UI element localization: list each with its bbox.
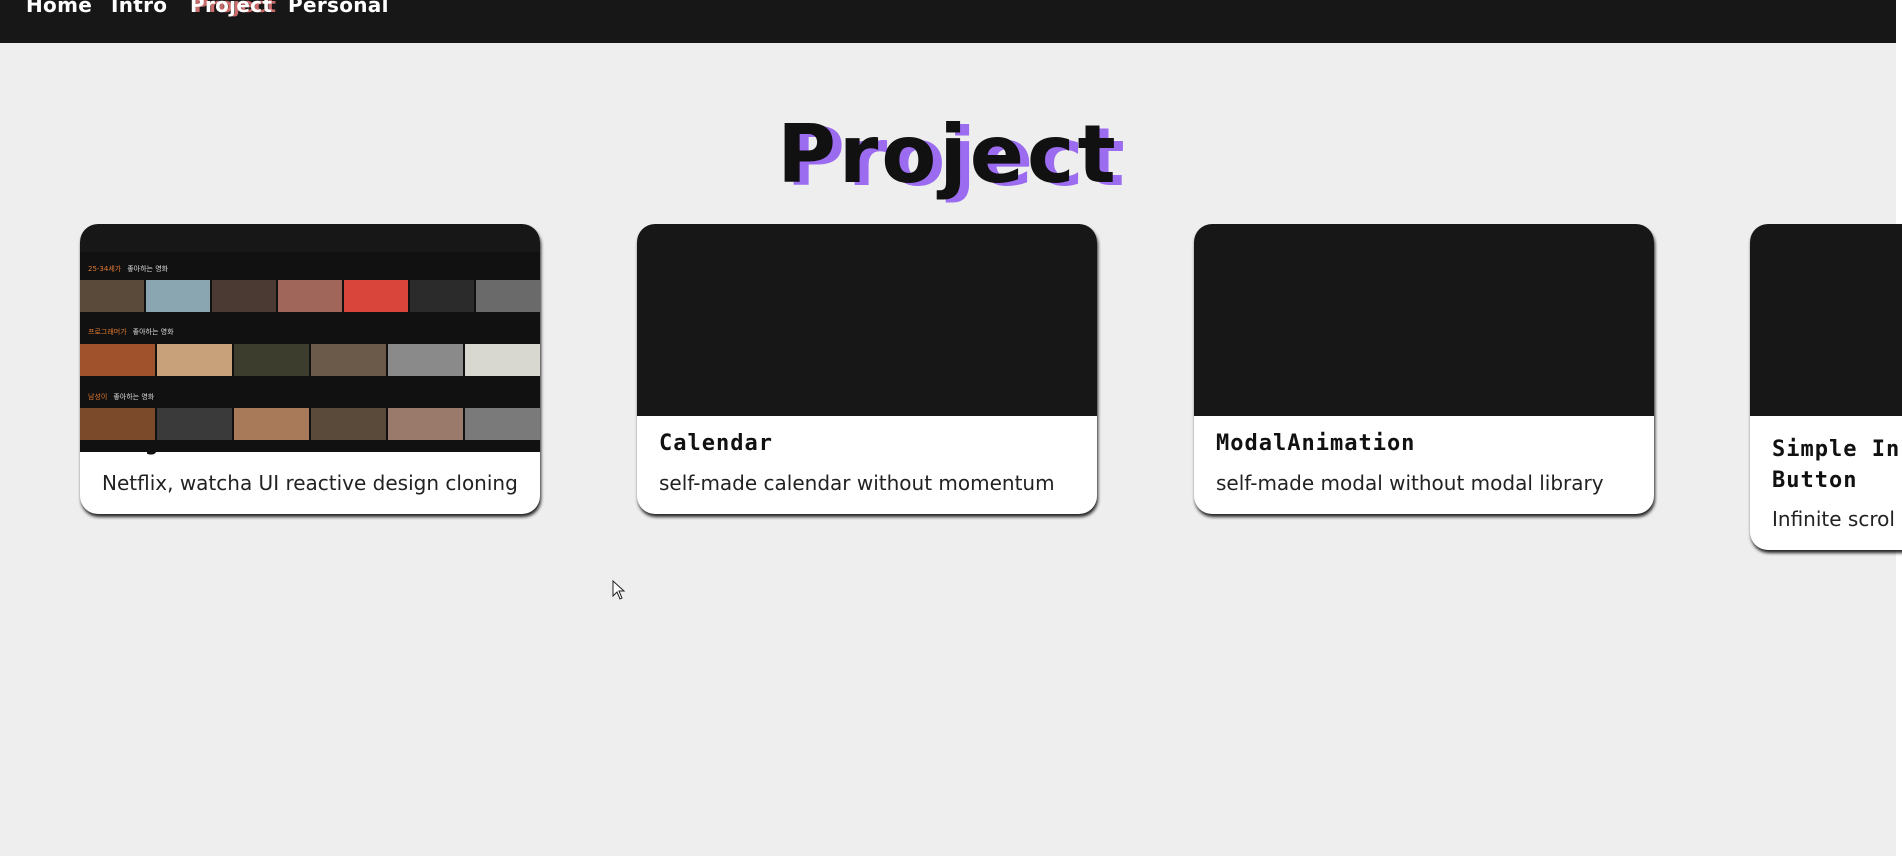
project-card-modalanimation[interactable]: ModalAnimation self-made modal without m… bbox=[1194, 224, 1654, 514]
card-description: self-made modal without modal library bbox=[1216, 471, 1604, 495]
section-title: Project bbox=[777, 108, 1119, 201]
thumb-row-label: 25-34세가 좋아하는 영화 bbox=[88, 265, 169, 273]
nav-project-label: Project bbox=[190, 0, 273, 17]
nav-personal-link[interactable]: Personal bbox=[288, 0, 389, 17]
thumb-row-strip bbox=[80, 408, 540, 440]
nav-home-link[interactable]: Home bbox=[26, 0, 92, 17]
card-description: Infinite scrol bbox=[1772, 507, 1895, 531]
card-thumbnail bbox=[637, 224, 1097, 416]
card-thumbnail bbox=[1194, 224, 1654, 416]
thumb-row-label: 프로그래머가 좋아하는 영화 bbox=[88, 328, 174, 336]
card-title: ModalAnimation bbox=[1216, 431, 1416, 456]
card-title: Simple In Button bbox=[1772, 434, 1900, 496]
thumb-row-strip bbox=[80, 280, 540, 312]
nav-project-link[interactable]: Project Project bbox=[190, 0, 276, 17]
project-card-imageslider[interactable]: ImageSlider 25-34세가좋아하는 영화 프로그래머가좋아하는 영화 bbox=[80, 224, 540, 514]
card-description: self-made calendar without momentum bbox=[659, 471, 1055, 495]
nav-intro-link[interactable]: Intro bbox=[111, 0, 167, 17]
mouse-pointer-icon bbox=[612, 580, 626, 600]
card-title: Calendar bbox=[659, 431, 773, 456]
card-title-line: Simple In bbox=[1772, 437, 1901, 462]
netflix-screenshot-image: 25-34세가 좋아하는 영화 프로그래머가 좋아하는 영화 남성이 좋아하는 … bbox=[80, 252, 540, 452]
card-description: Netflix, watcha UI reactive design cloni… bbox=[102, 471, 518, 495]
card-title-line: Button bbox=[1772, 468, 1858, 493]
thumb-row-label: 남성이 좋아하는 영화 bbox=[88, 393, 155, 401]
project-card-simple-button[interactable]: Simple In Button Infinite scrol bbox=[1750, 224, 1902, 550]
project-card-calendar[interactable]: Calendar self-made calendar without mome… bbox=[637, 224, 1097, 514]
page: Home Intro Project Project Personal Proj… bbox=[0, 0, 1902, 856]
card-thumbnail bbox=[1750, 224, 1902, 416]
thumb-row-strip bbox=[80, 344, 540, 376]
top-navbar: Home Intro Project Project Personal bbox=[0, 0, 1896, 43]
